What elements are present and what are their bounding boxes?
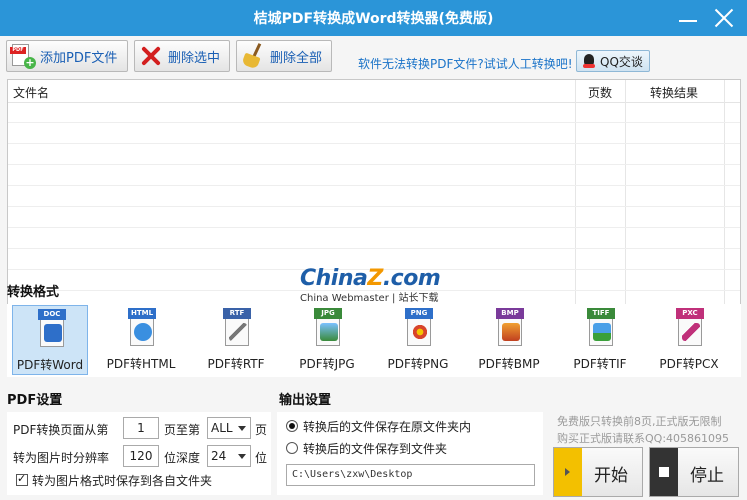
chinaz-logo: ChinaZ.com <box>300 266 441 291</box>
format-pcx-label: PDF转PCX <box>659 357 719 371</box>
qq-chat-button[interactable]: QQ交谈 <box>576 50 650 72</box>
chevron-down-icon <box>238 454 246 459</box>
stop-label: 停止 <box>690 466 724 486</box>
chinaz-subtitle: China Webmaster | 站长下载 <box>300 293 439 304</box>
red-x-icon <box>138 43 164 69</box>
tif-landscape-icon: TIFF <box>587 308 615 348</box>
add-pdf-label: 添加PDF文件 <box>40 50 118 66</box>
save-original-label[interactable]: 转换后的文件保存在原文件夹内 <box>303 418 471 435</box>
delete-all-button[interactable]: 删除全部 <box>236 40 332 72</box>
stop-icon <box>650 448 678 496</box>
bit-suffix-label: 位 <box>255 451 268 465</box>
page-range-label: PDF转换页面从第 <box>13 423 109 437</box>
format-png-option[interactable]: PNG PDF转PNG <box>380 305 456 375</box>
start-label: 开始 <box>594 466 628 486</box>
format-panel: DOC PDF转Word HTML PDF转HTML RTF PDF转RTF J… <box>7 304 741 377</box>
save-each-folder-label[interactable]: 转为图片格式时保存到各自文件夹 <box>32 472 212 489</box>
bmp-image-icon: BMP <box>496 308 524 348</box>
save-folder-radio[interactable] <box>286 442 298 454</box>
minimize-button[interactable] <box>676 6 700 30</box>
stop-button[interactable]: 停止 <box>649 447 739 497</box>
format-tif-label: PDF转TIF <box>573 357 627 371</box>
to-page-select[interactable]: ALL <box>207 417 251 439</box>
png-flower-icon: PNG <box>405 308 433 348</box>
chevron-down-icon <box>238 426 246 431</box>
format-jpg-option[interactable]: JPG PDF转JPG <box>289 305 365 375</box>
start-button[interactable]: 开始 <box>553 447 643 497</box>
format-word-label: PDF转Word <box>16 358 84 372</box>
page-suffix-label: 页 <box>255 423 268 437</box>
word-doc-icon: DOC <box>38 309 66 349</box>
delete-selected-button[interactable]: 删除选中 <box>134 40 230 72</box>
column-result[interactable]: 转换结果 <box>650 84 698 101</box>
format-section-title: 转换格式 <box>7 285 60 300</box>
save-original-radio[interactable] <box>286 420 298 432</box>
rtf-pen-icon: RTF <box>223 308 251 348</box>
to-page-label: 页至第 <box>164 423 201 437</box>
output-path-input[interactable]: C:\Users\zxw\Desktop <box>286 464 535 486</box>
purchase-note: 购买正式版请联系QQ:405861095 <box>557 432 730 445</box>
from-page-input[interactable]: 1 <box>123 417 159 439</box>
column-filename[interactable]: 文件名 <box>13 84 49 101</box>
close-button[interactable] <box>712 6 736 30</box>
broom-icon <box>240 43 266 70</box>
window-title: 桔城PDF转换成Word转换器(免费版) <box>253 11 494 27</box>
format-rtf-option[interactable]: RTF PDF转RTF <box>198 305 274 375</box>
bit-depth-select[interactable]: 24 <box>207 445 251 467</box>
format-png-label: PDF转PNG <box>387 357 449 371</box>
save-folder-label[interactable]: 转换后的文件保存到文件夹 <box>303 440 447 457</box>
format-html-option[interactable]: HTML PDF转HTML <box>103 305 179 375</box>
format-bmp-option[interactable]: BMP PDF转BMP <box>471 305 547 375</box>
save-each-folder-checkbox[interactable] <box>16 472 28 486</box>
jpg-image-icon: JPG <box>314 308 342 348</box>
title-bar: 桔城PDF转换成Word转换器(免费版) <box>0 0 747 36</box>
pcx-brush-icon: PXC <box>676 308 704 348</box>
output-settings-title: 输出设置 <box>279 393 332 408</box>
format-pcx-option[interactable]: PXC PDF转PCX <box>651 305 727 375</box>
format-tif-option[interactable]: TIFF PDF转TIF <box>562 305 638 375</box>
add-pdf-button[interactable]: PDF + 添加PDF文件 <box>6 40 128 72</box>
delete-all-label: 删除全部 <box>270 50 323 66</box>
free-version-note: 免费版只转换前8页,正式版无限制 <box>557 415 722 428</box>
file-list-header: 文件名 页数 转换结果 <box>8 80 740 103</box>
app-window: 桔城PDF转换成Word转换器(免费版) PDF + 添加PDF文件 删除选中 删… <box>0 0 747 500</box>
client-area: PDF + 添加PDF文件 删除选中 删除全部 软件无法转换PDF文件?试试人工转… <box>0 36 747 500</box>
delete-selected-label: 删除选中 <box>168 50 221 66</box>
column-pages[interactable]: 页数 <box>588 84 612 101</box>
chinaz-watermark: ChinaZ.com China Webmaster | 站长下载 <box>300 266 450 308</box>
manual-conversion-link[interactable]: 软件无法转换PDF文件?试试人工转换吧! <box>358 55 573 72</box>
output-settings-panel: 转换后的文件保存在原文件夹内 转换后的文件保存到文件夹 C:\Users\zxw… <box>277 412 543 495</box>
format-bmp-label: PDF转BMP <box>478 357 540 371</box>
format-word-option[interactable]: DOC PDF转Word <box>12 305 88 375</box>
format-jpg-label: PDF转JPG <box>299 357 355 371</box>
play-icon <box>554 448 582 496</box>
file-list[interactable]: 文件名 页数 转换结果 ChinaZ.com China Webmaster |… <box>7 79 741 313</box>
qq-penguin-icon <box>582 53 596 69</box>
bit-depth-label: 位深度 <box>164 451 201 465</box>
dpi-input[interactable]: 120 <box>123 445 159 467</box>
pdf-add-icon: PDF + <box>10 43 36 69</box>
html-ie-icon: HTML <box>128 308 156 348</box>
qq-chat-label: QQ交谈 <box>600 54 643 69</box>
format-html-label: PDF转HTML <box>106 357 176 371</box>
dpi-label: 转为图片时分辨率 <box>13 451 110 465</box>
pdf-settings-panel: PDF转换页面从第 1 页至第 ALL 页 转为图片时分辨率 120 位深度 2… <box>7 412 271 495</box>
pdf-settings-title: PDF设置 <box>7 393 63 408</box>
format-rtf-label: PDF转RTF <box>207 357 265 371</box>
